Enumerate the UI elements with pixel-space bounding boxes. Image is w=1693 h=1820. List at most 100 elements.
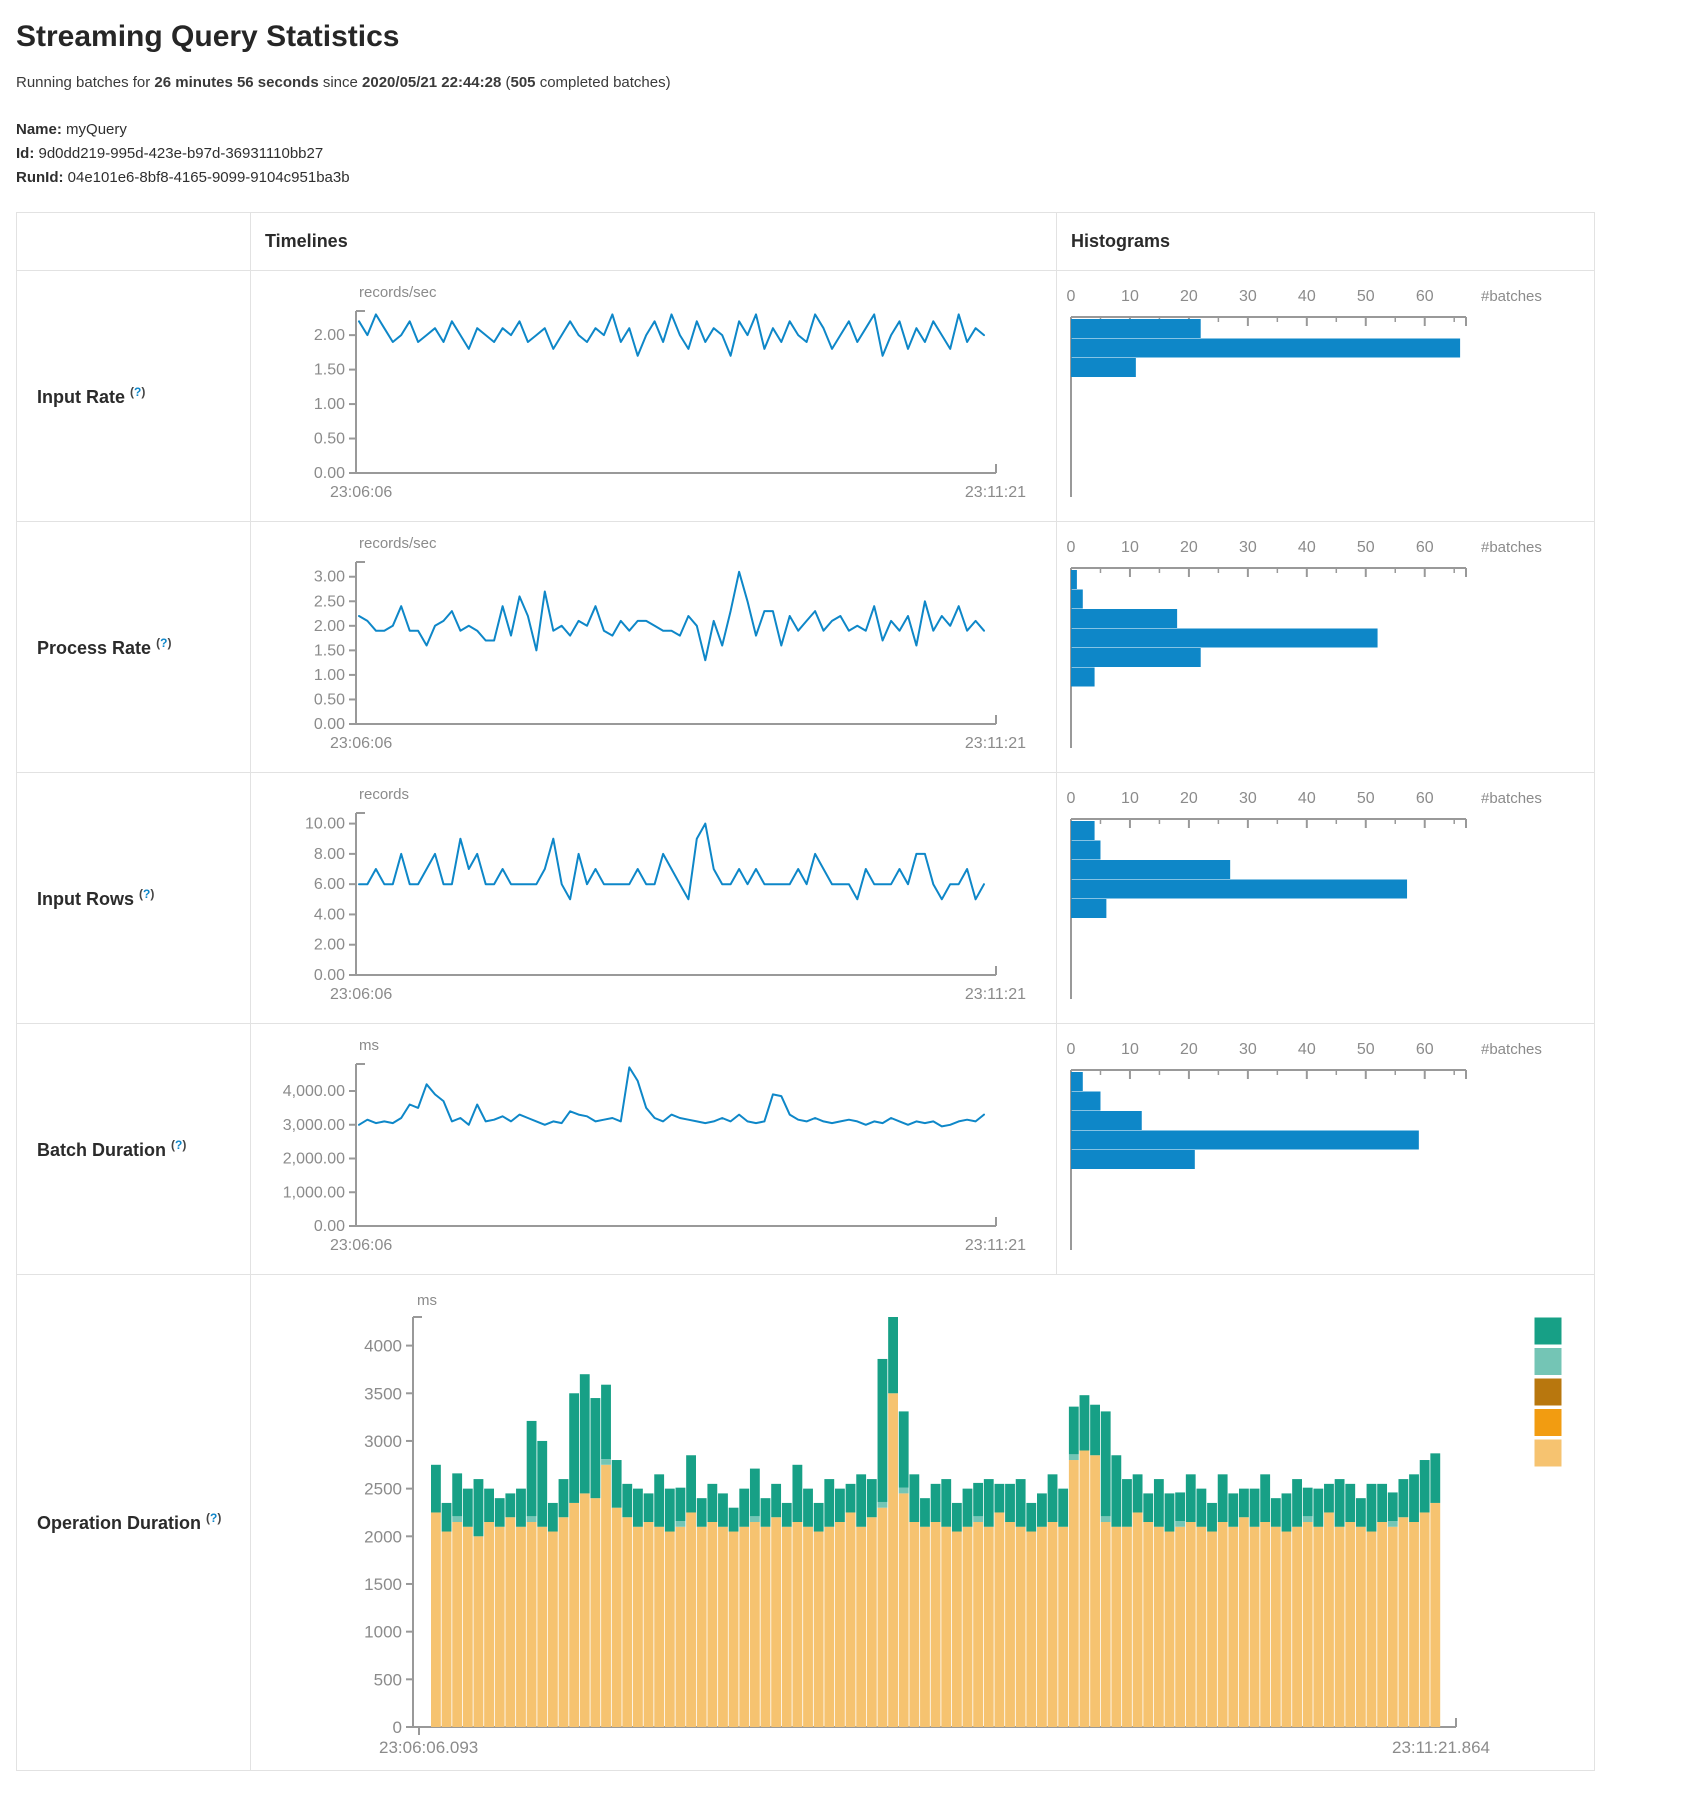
svg-text:23:06:06: 23:06:06 bbox=[330, 1237, 392, 1254]
timeline-svg: ms0.001,000.002,000.003,000.004,000.0023… bbox=[251, 1024, 1056, 1274]
svg-text:1.50: 1.50 bbox=[314, 362, 345, 379]
help-icon[interactable]: (?) bbox=[139, 887, 154, 901]
svg-text:50: 50 bbox=[1357, 1041, 1375, 1058]
streaming-query-statistics-page: Streaming Query Statistics Running batch… bbox=[0, 0, 1693, 1820]
svg-text:60: 60 bbox=[1416, 539, 1434, 556]
svg-text:20: 20 bbox=[1180, 539, 1198, 556]
svg-text:40: 40 bbox=[1298, 288, 1316, 305]
summary-paren: ( bbox=[501, 74, 510, 91]
row-label-process-rate: Process Rate (?) bbox=[17, 522, 251, 773]
help-icon[interactable]: (?) bbox=[156, 636, 171, 650]
svg-text:records/sec: records/sec bbox=[359, 284, 437, 301]
input-rate-timeline-chart: records/sec0.000.501.001.502.0023:06:062… bbox=[251, 271, 1056, 521]
svg-text:23:11:21: 23:11:21 bbox=[965, 986, 1026, 1003]
svg-text:23:06:06: 23:06:06 bbox=[330, 986, 392, 1003]
svg-text:60: 60 bbox=[1416, 1041, 1434, 1058]
row-label-input-rate: Input Rate (?) bbox=[17, 271, 251, 522]
svg-text:10: 10 bbox=[1121, 1041, 1139, 1058]
svg-text:23:11:21: 23:11:21 bbox=[965, 1237, 1026, 1254]
svg-text:40: 40 bbox=[1298, 790, 1316, 807]
process-rate-histogram-chart: #batches0102030405060 bbox=[1057, 522, 1594, 772]
svg-text:ms: ms bbox=[359, 1037, 379, 1054]
query-name-value: myQuery bbox=[62, 121, 127, 138]
svg-text:#batches: #batches bbox=[1481, 790, 1542, 807]
help-icon[interactable]: (?) bbox=[130, 385, 145, 399]
svg-text:#batches: #batches bbox=[1481, 288, 1542, 305]
query-meta: Name: myQuery Id: 9d0dd219-995d-423e-b97… bbox=[16, 121, 1677, 186]
svg-text:23:06:06: 23:06:06 bbox=[330, 735, 392, 752]
row-label-input-rows: Input Rows (?) bbox=[17, 773, 251, 1024]
svg-text:2.00: 2.00 bbox=[314, 618, 345, 635]
svg-text:30: 30 bbox=[1239, 790, 1257, 807]
statistics-table: Timelines Histograms Input Rate (?) reco… bbox=[16, 212, 1595, 1771]
svg-text:1.50: 1.50 bbox=[314, 642, 345, 659]
svg-text:23:11:21: 23:11:21 bbox=[965, 484, 1026, 501]
svg-text:20: 20 bbox=[1180, 790, 1198, 807]
svg-text:1,000.00: 1,000.00 bbox=[283, 1184, 345, 1201]
query-runid-line: RunId: 04e101e6-8bf8-4165-9099-9104c951b… bbox=[16, 169, 1677, 186]
svg-text:2.00: 2.00 bbox=[314, 937, 345, 954]
help-icon[interactable]: (?) bbox=[171, 1138, 186, 1152]
svg-text:50: 50 bbox=[1357, 539, 1375, 556]
svg-text:10: 10 bbox=[1121, 288, 1139, 305]
svg-text:30: 30 bbox=[1239, 288, 1257, 305]
histogram-svg: #batches0102030405060 bbox=[1057, 773, 1594, 1023]
svg-text:1500: 1500 bbox=[364, 1575, 402, 1594]
histogram-svg: #batches0102030405060 bbox=[1057, 1024, 1594, 1274]
operation-duration-svg: ms0500100015002000250030003500400023:06:… bbox=[251, 1275, 1593, 1770]
svg-text:#batches: #batches bbox=[1481, 1041, 1542, 1058]
table-row: Input Rows (?) records0.002.004.006.008.… bbox=[17, 773, 1595, 1024]
histogram-svg: #batches0102030405060 bbox=[1057, 271, 1594, 521]
svg-text:60: 60 bbox=[1416, 288, 1434, 305]
batch-duration-histogram-chart: #batches0102030405060 bbox=[1057, 1024, 1594, 1274]
table-header-row: Timelines Histograms bbox=[17, 213, 1595, 271]
running-batches-summary: Running batches for 26 minutes 56 second… bbox=[16, 74, 1677, 91]
svg-text:0.50: 0.50 bbox=[314, 691, 345, 708]
svg-text:30: 30 bbox=[1239, 539, 1257, 556]
timeline-svg: records/sec0.000.501.001.502.002.503.002… bbox=[251, 522, 1056, 772]
svg-text:6.00: 6.00 bbox=[314, 876, 345, 893]
svg-text:50: 50 bbox=[1357, 790, 1375, 807]
svg-text:2.00: 2.00 bbox=[314, 327, 345, 344]
svg-text:50: 50 bbox=[1357, 288, 1375, 305]
svg-text:0: 0 bbox=[1067, 1041, 1076, 1058]
svg-text:4.00: 4.00 bbox=[314, 906, 345, 923]
svg-text:0: 0 bbox=[1067, 539, 1076, 556]
svg-text:20: 20 bbox=[1180, 288, 1198, 305]
svg-text:500: 500 bbox=[374, 1670, 402, 1689]
svg-text:0.50: 0.50 bbox=[314, 431, 345, 448]
svg-text:ms: ms bbox=[417, 1292, 437, 1309]
svg-text:23:06:06: 23:06:06 bbox=[330, 484, 392, 501]
svg-text:10.00: 10.00 bbox=[305, 816, 345, 833]
table-row: Batch Duration (?) ms0.001,000.002,000.0… bbox=[17, 1024, 1595, 1275]
header-empty-cell bbox=[17, 213, 251, 271]
process-rate-timeline-chart: records/sec0.000.501.001.502.002.503.002… bbox=[251, 522, 1056, 772]
help-icon[interactable]: (?) bbox=[206, 1511, 221, 1525]
table-row: Input Rate (?) records/sec0.000.501.001.… bbox=[17, 271, 1595, 522]
table-row: Process Rate (?) records/sec0.000.501.00… bbox=[17, 522, 1595, 773]
operation-duration-stacked-chart: ms0500100015002000250030003500400023:06:… bbox=[251, 1275, 1594, 1770]
svg-text:0.00: 0.00 bbox=[314, 967, 345, 984]
query-id-value: 9d0dd219-995d-423e-b97d-36931110bb27 bbox=[34, 145, 323, 162]
svg-text:2000: 2000 bbox=[364, 1527, 402, 1546]
summary-prefix: Running batches for bbox=[16, 74, 154, 91]
svg-text:records/sec: records/sec bbox=[359, 535, 437, 552]
timeline-svg: records/sec0.000.501.001.502.0023:06:062… bbox=[251, 271, 1056, 521]
svg-text:8.00: 8.00 bbox=[314, 846, 345, 863]
svg-text:20: 20 bbox=[1180, 1041, 1198, 1058]
summary-since: since bbox=[319, 74, 362, 91]
query-runid-value: 04e101e6-8bf8-4165-9099-9104c951ba3b bbox=[63, 169, 349, 186]
svg-text:1000: 1000 bbox=[364, 1623, 402, 1642]
svg-text:10: 10 bbox=[1121, 539, 1139, 556]
svg-text:2.50: 2.50 bbox=[314, 593, 345, 610]
header-timelines: Timelines bbox=[251, 213, 1057, 271]
batch-duration-timeline-chart: ms0.001,000.002,000.003,000.004,000.0023… bbox=[251, 1024, 1056, 1274]
summary-duration: 26 minutes 56 seconds bbox=[154, 74, 318, 91]
query-id-line: Id: 9d0dd219-995d-423e-b97d-36931110bb27 bbox=[16, 145, 1677, 162]
svg-text:23:11:21.864: 23:11:21.864 bbox=[1392, 1738, 1490, 1757]
svg-text:1.00: 1.00 bbox=[314, 667, 345, 684]
page-title: Streaming Query Statistics bbox=[16, 20, 1677, 54]
svg-text:1.00: 1.00 bbox=[314, 396, 345, 413]
input-rows-timeline-chart: records0.002.004.006.008.0010.0023:06:06… bbox=[251, 773, 1056, 1023]
timeline-svg: records0.002.004.006.008.0010.0023:06:06… bbox=[251, 773, 1056, 1023]
